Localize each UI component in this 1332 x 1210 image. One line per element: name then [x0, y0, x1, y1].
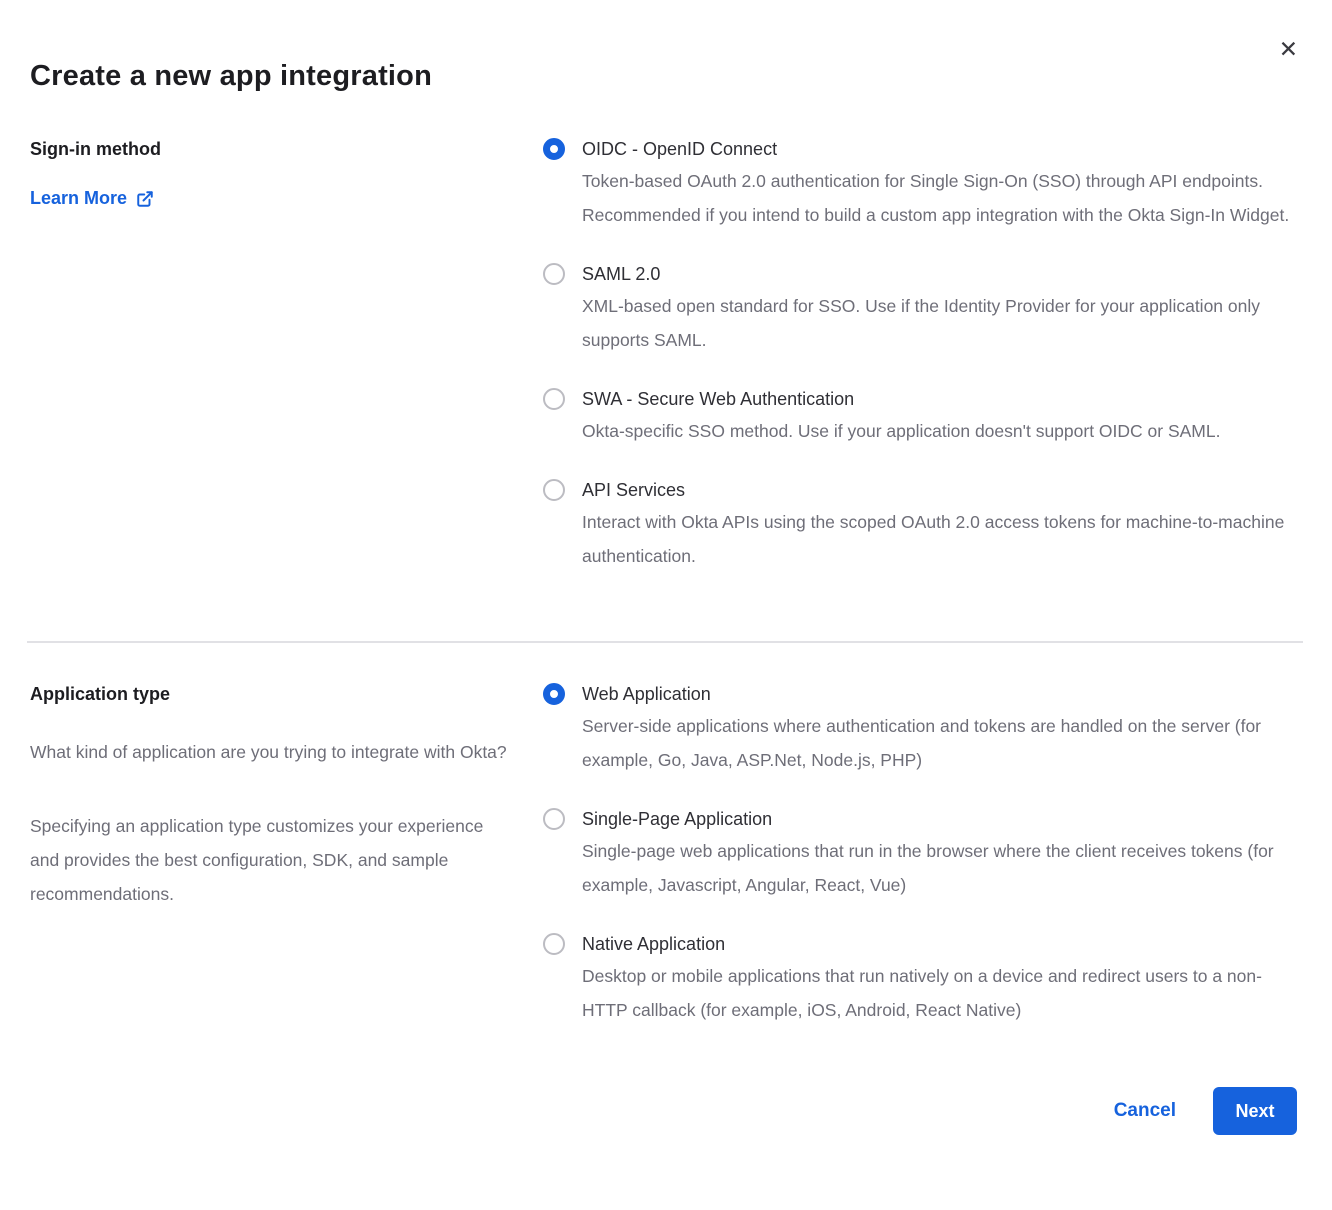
option-web-application-label[interactable]: Web Application — [582, 682, 1290, 707]
radio-web-application[interactable] — [543, 683, 565, 705]
application-type-section: Application type What kind of applicatio… — [30, 682, 1297, 1027]
option-swa: SWA - Secure Web Authentication Okta-spe… — [543, 387, 1297, 448]
application-type-heading: Application type — [30, 682, 510, 706]
option-spa: Single-Page Application Single-page web … — [543, 807, 1297, 902]
option-native-application-label[interactable]: Native Application — [582, 932, 1290, 957]
radio-swa[interactable] — [543, 388, 565, 410]
option-spa-label[interactable]: Single-Page Application — [582, 807, 1290, 832]
radio-saml[interactable] — [543, 263, 565, 285]
radio-spa[interactable] — [543, 808, 565, 830]
radio-oidc[interactable] — [543, 138, 565, 160]
option-spa-description: Single-page web applications that run in… — [582, 834, 1290, 902]
modal-footer: Cancel Next — [30, 1087, 1297, 1135]
cancel-button[interactable]: Cancel — [1114, 1100, 1176, 1122]
close-icon[interactable]: ✕ — [1279, 38, 1298, 61]
page-title: Create a new app integration — [30, 0, 1297, 93]
option-swa-description: Okta-specific SSO method. Use if your ap… — [582, 414, 1220, 448]
option-web-application-description: Server-side applications where authentic… — [582, 709, 1290, 777]
option-swa-label[interactable]: SWA - Secure Web Authentication — [582, 387, 1220, 412]
signin-method-heading: Sign-in method — [30, 137, 510, 161]
signin-options: OIDC - OpenID Connect Token-based OAuth … — [543, 137, 1297, 573]
next-button[interactable]: Next — [1213, 1087, 1297, 1135]
option-saml-label[interactable]: SAML 2.0 — [582, 262, 1290, 287]
application-type-description-1: What kind of application are you trying … — [30, 735, 510, 769]
application-type-description-2: Specifying an application type customize… — [30, 809, 510, 911]
option-oidc-description: Token-based OAuth 2.0 authentication for… — [582, 164, 1290, 232]
apptype-options: Web Application Server-side applications… — [543, 682, 1297, 1027]
option-saml-description: XML-based open standard for SSO. Use if … — [582, 289, 1290, 357]
option-api-services-description: Interact with Okta APIs using the scoped… — [582, 505, 1290, 573]
option-web-application: Web Application Server-side applications… — [543, 682, 1297, 777]
learn-more-link[interactable]: Learn More — [30, 188, 154, 209]
option-oidc-label[interactable]: OIDC - OpenID Connect — [582, 137, 1290, 162]
option-saml: SAML 2.0 XML-based open standard for SSO… — [543, 262, 1297, 357]
option-native-application: Native Application Desktop or mobile app… — [543, 932, 1297, 1027]
signin-method-section: Sign-in method Learn More OIDC - OpenID … — [30, 137, 1297, 573]
option-api-services-label[interactable]: API Services — [582, 478, 1290, 503]
radio-api-services[interactable] — [543, 479, 565, 501]
option-native-application-description: Desktop or mobile applications that run … — [582, 959, 1290, 1027]
learn-more-label: Learn More — [30, 188, 127, 209]
option-oidc: OIDC - OpenID Connect Token-based OAuth … — [543, 137, 1297, 232]
create-app-integration-modal: ✕ Create a new app integration Sign-in m… — [0, 0, 1332, 1210]
radio-native-application[interactable] — [543, 933, 565, 955]
option-api-services: API Services Interact with Okta APIs usi… — [543, 478, 1297, 573]
section-divider — [27, 641, 1303, 643]
external-link-icon — [136, 190, 154, 208]
